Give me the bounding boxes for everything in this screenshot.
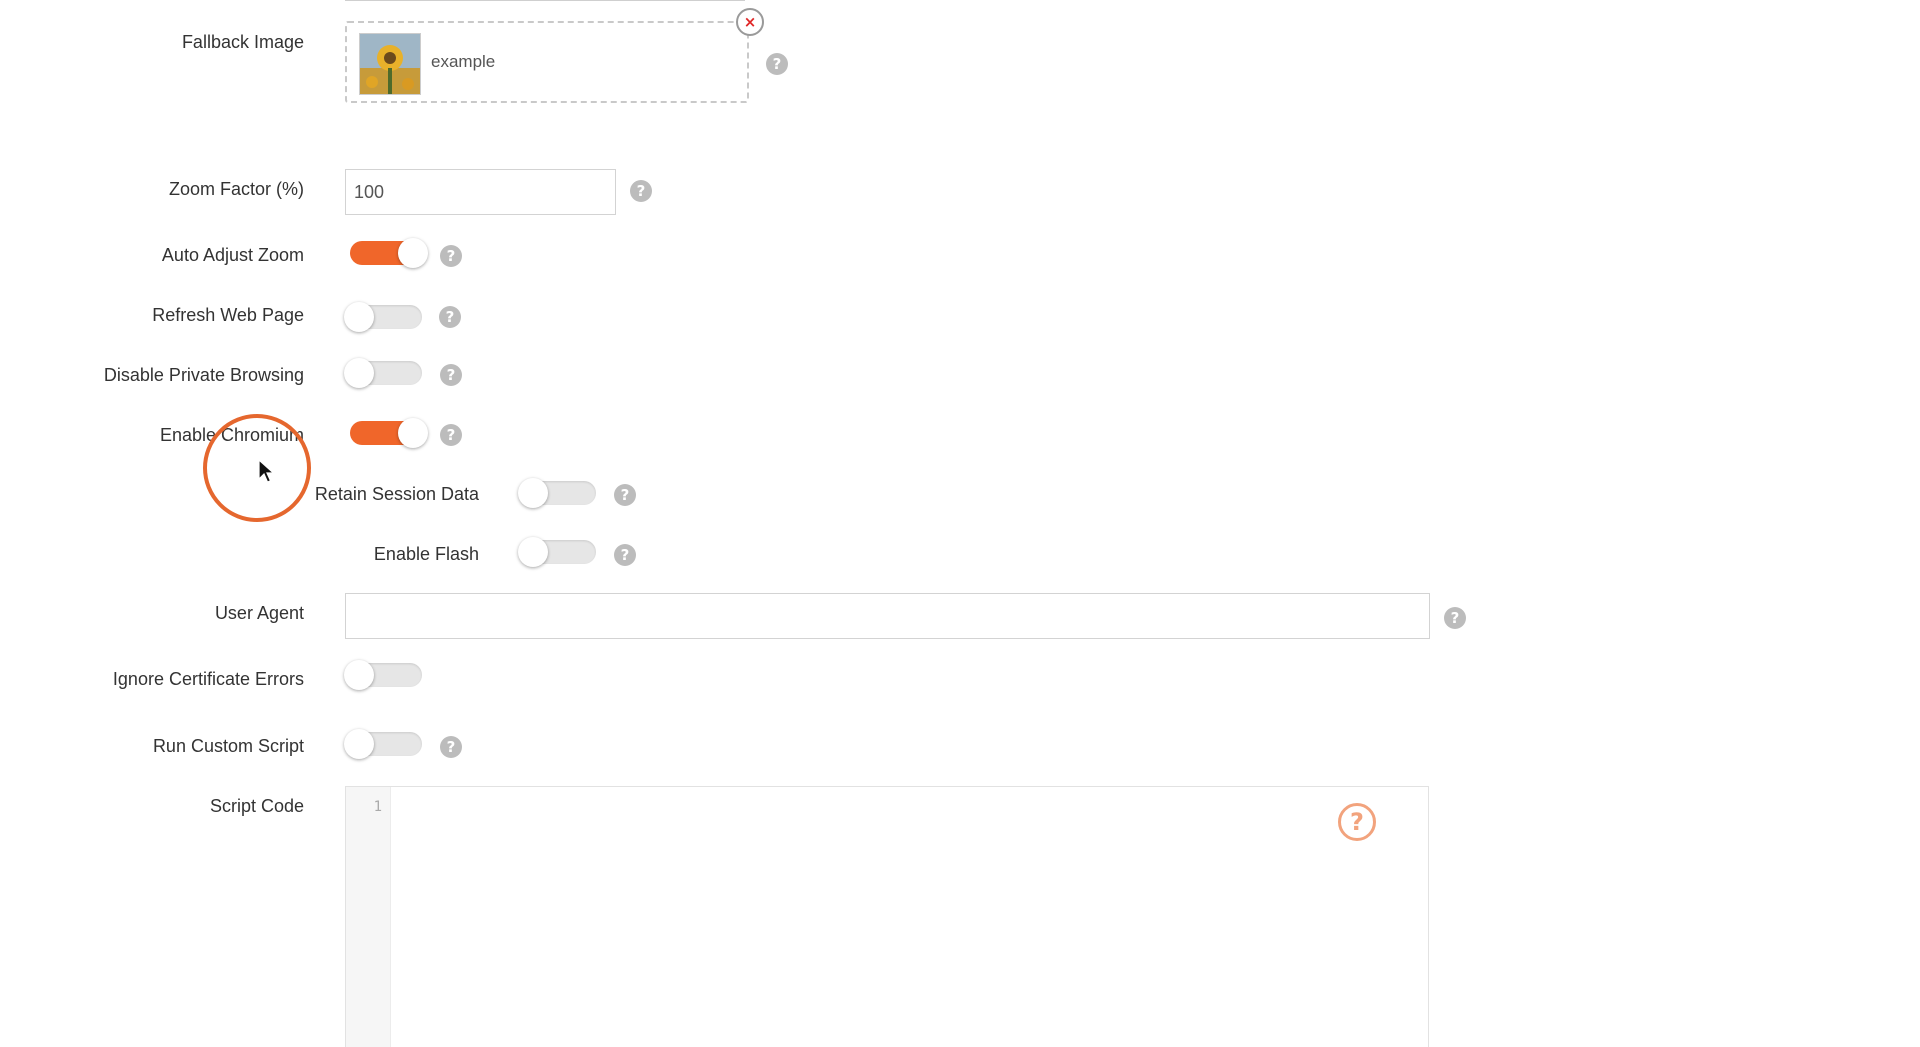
disable-private-browsing-label: Disable Private Browsing: [103, 365, 304, 385]
editor-gutter: 1: [346, 787, 391, 1047]
enable-chromium-toggle[interactable]: [350, 418, 428, 448]
enable-flash-toggle[interactable]: [518, 537, 596, 567]
run-custom-script-label: Run Custom Script: [152, 736, 304, 756]
auto-adjust-zoom-help-icon[interactable]: ?: [440, 245, 462, 267]
zoom-factor-label: Zoom Factor (%): [168, 179, 304, 199]
click-highlight-ring: [203, 414, 311, 522]
line-number: 1: [373, 799, 382, 815]
fallback-image-label: Fallback Image: [181, 32, 304, 52]
remove-image-icon[interactable]: ×: [736, 8, 764, 36]
auto-adjust-zoom-label: Auto Adjust Zoom: [161, 245, 304, 265]
refresh-web-page-toggle[interactable]: [344, 302, 422, 332]
zoom-factor-help-icon[interactable]: ?: [630, 180, 652, 202]
mouse-cursor-icon: [258, 459, 276, 483]
enable-flash-label: Enable Flash: [373, 544, 479, 564]
retain-session-data-label: Retain Session Data: [314, 484, 479, 504]
fallback-image-dropzone[interactable]: example: [345, 21, 749, 103]
enable-chromium-help-icon[interactable]: ?: [440, 424, 462, 446]
disable-private-browsing-help-icon[interactable]: ?: [440, 364, 462, 386]
script-code-editor[interactable]: 1 ?: [345, 786, 1429, 1047]
image-file-name: example: [431, 52, 496, 71]
refresh-web-page-help-icon[interactable]: ?: [439, 306, 461, 328]
enable-flash-help-icon[interactable]: ?: [614, 544, 636, 566]
refresh-web-page-label: Refresh Web Page: [152, 305, 304, 325]
script-code-help-icon[interactable]: ?: [1338, 803, 1376, 841]
retain-session-data-toggle[interactable]: [518, 478, 596, 508]
run-custom-script-toggle[interactable]: [344, 729, 422, 759]
user-agent-input[interactable]: [345, 593, 1430, 639]
fallback-image-help-icon[interactable]: ?: [766, 53, 788, 75]
auto-adjust-zoom-toggle[interactable]: [350, 238, 428, 268]
disable-private-browsing-toggle[interactable]: [344, 358, 422, 388]
ignore-certificate-errors-toggle[interactable]: [344, 660, 422, 690]
retain-session-data-help-icon[interactable]: ?: [614, 484, 636, 506]
script-code-label: Script Code: [209, 796, 304, 816]
zoom-factor-input[interactable]: [345, 169, 616, 215]
user-agent-help-icon[interactable]: ?: [1444, 607, 1466, 629]
ignore-certificate-errors-label: Ignore Certificate Errors: [112, 669, 304, 689]
section-divider: [345, 0, 745, 1]
user-agent-label: User Agent: [214, 603, 304, 623]
image-thumbnail: [359, 33, 421, 95]
run-custom-script-help-icon[interactable]: ?: [440, 736, 462, 758]
